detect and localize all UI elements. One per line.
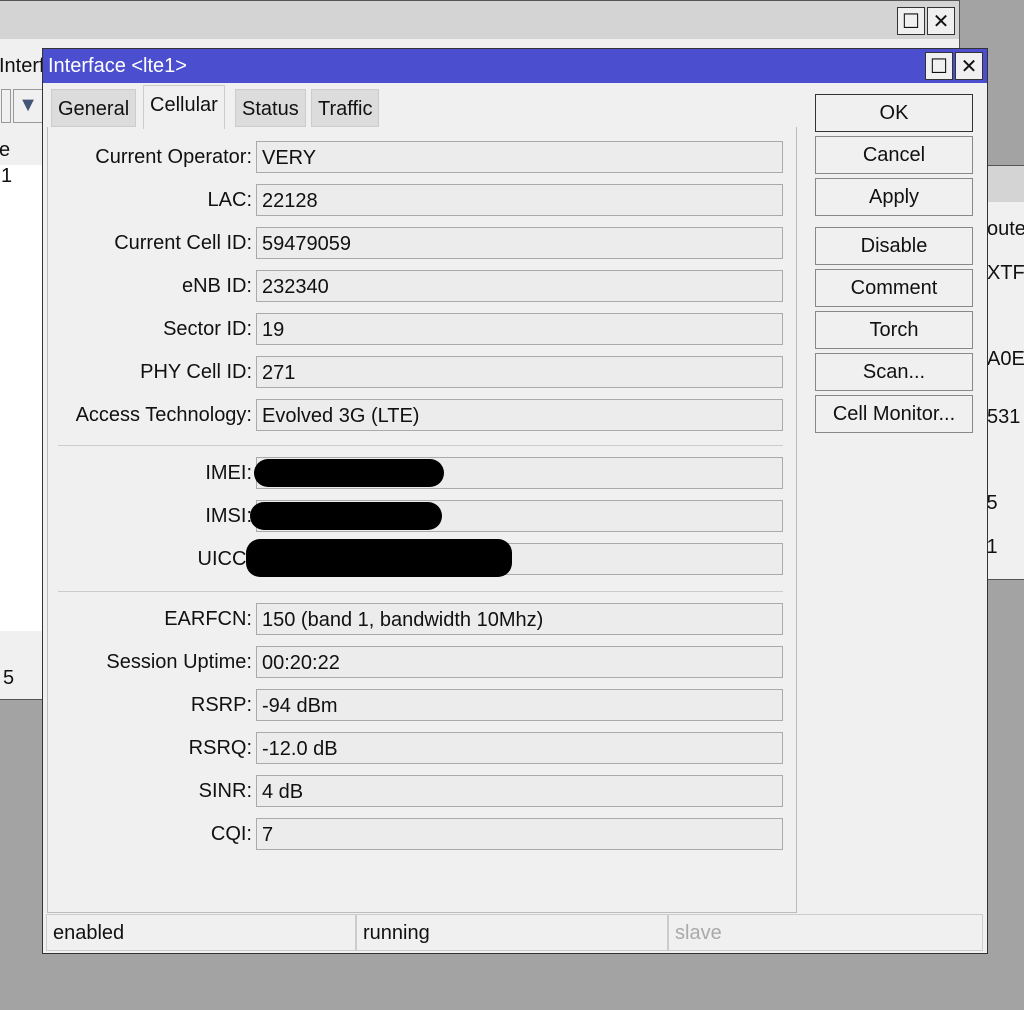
dialog-title: Interface <lte1> (48, 55, 187, 77)
phy-cell-id-row: PHY Cell ID: 271 (48, 356, 788, 388)
separator (58, 591, 783, 592)
status-running: running (356, 914, 668, 951)
cancel-button[interactable]: Cancel (815, 136, 973, 174)
sector-id-row: Sector ID: 19 (48, 313, 788, 345)
table-cell[interactable]: 1 (0, 165, 43, 191)
status-enabled: enabled (46, 914, 356, 951)
interface-dialog: Interface <lte1> ☐ ✕ General Cellular St… (42, 48, 988, 954)
lac-label: LAC: (207, 189, 252, 211)
rsrq-label: RSRQ: (188, 737, 252, 759)
sinr-field[interactable]: 4 dB (256, 775, 783, 807)
apply-button[interactable]: Apply (815, 178, 973, 216)
session-uptime-label: Session Uptime: (106, 651, 252, 673)
column-header: e (0, 139, 11, 161)
current-operator-field[interactable]: VERY (256, 141, 783, 173)
imei-row: IMEI: (48, 457, 788, 489)
imsi-label: IMSI: (205, 505, 252, 527)
tab-traffic[interactable]: Traffic (311, 89, 380, 127)
table-cell: XTF (987, 262, 1024, 284)
table-cell: 531 (987, 406, 1021, 428)
redaction-mark (250, 502, 442, 530)
tab-cellular[interactable]: Cellular (143, 85, 225, 129)
current-operator-label: Current Operator: (95, 146, 252, 168)
enb-id-field[interactable]: 232340 (256, 270, 783, 302)
cqi-label: CQI: (210, 823, 252, 845)
scan-button[interactable]: Scan... (815, 353, 973, 391)
close-button[interactable]: ✕ (927, 7, 955, 35)
maximize-button[interactable]: ☐ (897, 7, 925, 35)
close-button[interactable]: ✕ (955, 52, 983, 80)
imsi-row: IMSI: (48, 500, 788, 532)
access-technology-row: Access Technology: Evolved 3G (LTE) (48, 399, 788, 431)
redaction-mark (246, 539, 512, 577)
separator (58, 445, 783, 446)
table-cell: A0E (987, 348, 1024, 370)
lac-field[interactable]: 22128 (256, 184, 783, 216)
sector-id-label: Sector ID: (163, 318, 252, 340)
earfcn-row: EARFCN: 150 (band 1, bandwidth 10Mhz) (48, 603, 788, 635)
session-uptime-field[interactable]: 00:20:22 (256, 646, 783, 678)
status-slave: slave (668, 914, 983, 951)
comment-button[interactable]: Comment (815, 269, 973, 307)
current-cell-id-field[interactable]: 59479059 (256, 227, 783, 259)
earfcn-field[interactable]: 150 (band 1, bandwidth 10Mhz) (256, 603, 783, 635)
rsrp-field[interactable]: -94 dBm (256, 689, 783, 721)
torch-button[interactable]: Torch (815, 311, 973, 349)
redaction-mark (254, 459, 444, 487)
current-cell-id-row: Current Cell ID: 59479059 (48, 227, 788, 259)
rsrq-row: RSRQ: -12.0 dB (48, 732, 788, 764)
tab-general[interactable]: General (51, 89, 137, 127)
disable-button[interactable]: Disable (815, 227, 973, 265)
rsrp-label: RSRP: (190, 694, 252, 716)
rsrq-field[interactable]: -12.0 dB (256, 732, 783, 764)
cell-monitor-button[interactable]: Cell Monitor... (815, 395, 973, 433)
toolbar-button[interactable] (1, 89, 11, 123)
enb-id-label: eNB ID: (181, 275, 252, 297)
footer-count: 5 (3, 667, 15, 689)
uicc-label: UICC: (197, 548, 252, 570)
background-titlebar (0, 1, 959, 39)
sector-id-field[interactable]: 19 (256, 313, 783, 345)
cqi-row: CQI: 7 (48, 818, 788, 850)
cqi-field[interactable]: 7 (256, 818, 783, 850)
current-cell-id-label: Current Cell ID: (114, 232, 252, 254)
lac-row: LAC: 22128 (48, 184, 788, 216)
dialog-titlebar[interactable]: Interface <lte1> (43, 49, 987, 83)
phy-cell-id-label: PHY Cell ID: (140, 361, 252, 383)
sinr-row: SINR: 4 dB (48, 775, 788, 807)
phy-cell-id-field[interactable]: 271 (256, 356, 783, 388)
maximize-button[interactable]: ☐ (925, 52, 953, 80)
rsrp-row: RSRP: -94 dBm (48, 689, 788, 721)
filter-icon[interactable]: ▼ (13, 89, 43, 123)
access-technology-field[interactable]: Evolved 3G (LTE) (256, 399, 783, 431)
sinr-label: SINR: (198, 780, 252, 802)
uicc-row: UICC: (48, 539, 788, 577)
ok-button[interactable]: OK (815, 94, 973, 132)
cellular-panel: Current Operator: VERY LAC: 22128 Current Ce… (47, 127, 797, 913)
imei-label: IMEI: (205, 462, 252, 484)
column-header: oute (987, 218, 1024, 240)
access-technology-label: Access Technology: (75, 404, 252, 426)
session-uptime-row: Session Uptime: 00:20:22 (48, 646, 788, 678)
enb-id-row: eNB ID: 232340 (48, 270, 788, 302)
current-operator-row: Current Operator: VERY (48, 141, 788, 173)
earfcn-label: EARFCN: (164, 608, 252, 630)
tab-status[interactable]: Status (235, 89, 306, 127)
table-area (0, 191, 43, 631)
